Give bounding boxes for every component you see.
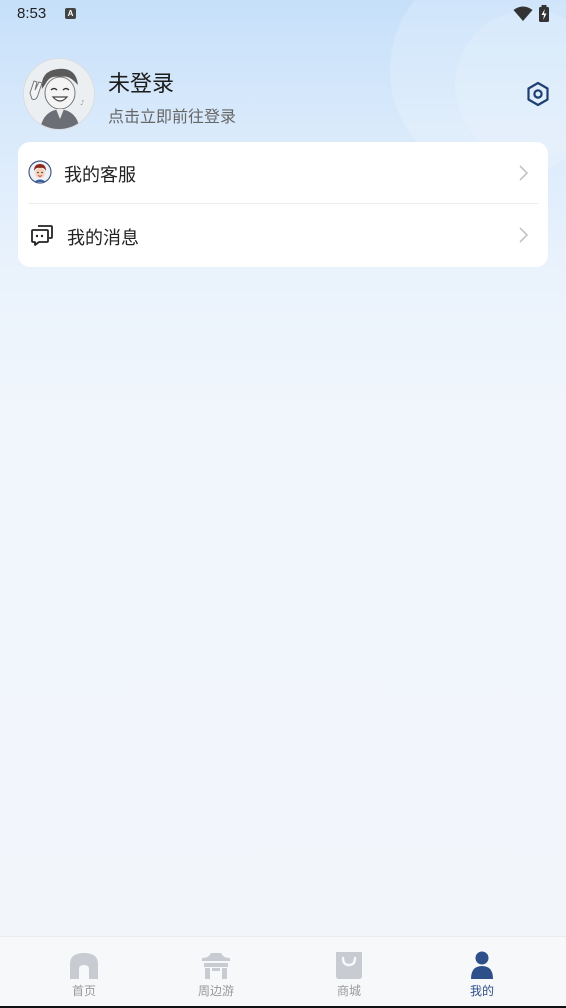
tab-label: 周边游 [197,984,234,998]
shopping-bag-icon [336,952,362,979]
hexagon-settings-icon[interactable] [525,81,551,107]
svg-text:♪: ♪ [80,99,84,107]
tab-home[interactable]: 首页 [24,937,144,1008]
tab-mine[interactable]: 我的 [422,937,542,1008]
menu-card: 我的客服 我的消息 [18,142,548,267]
menu-item-label: 我的消息 [67,228,139,249]
tab-label: 商城 [336,984,361,998]
menu-item-messages[interactable]: 我的消息 [18,204,548,266]
status-time: 8:53 [17,5,47,22]
tab-label: 我的 [469,984,494,998]
menu-item-label: 我的客服 [64,165,136,186]
customer-service-avatar-icon [28,160,52,184]
person-icon [471,951,493,979]
menu-item-customer-service[interactable]: 我的客服 [18,142,548,204]
tab-nearby-travel[interactable]: 周边游 [156,937,276,1008]
battery-charging-icon [539,5,549,22]
pavilion-icon [202,953,230,979]
status-bar: 8:53 A [0,0,566,28]
my-page-screen: 8:53 A ♪ 未登录 点击立即前往登录 我的客服 我的消息 首页 周边游 商… [0,0,566,1008]
chevron-right-icon [519,165,529,181]
profile-header[interactable]: ♪ 未登录 点击立即前往登录 [23,58,549,132]
tab-label: 首页 [71,984,96,998]
home-icon [70,953,98,979]
message-bubble-icon [31,225,53,246]
cartoon-avatar-icon[interactable]: ♪ [23,58,95,130]
chevron-right-icon [519,227,529,243]
login-status-title[interactable]: 未登录 [108,66,174,98]
login-prompt-text[interactable]: 点击立即前往登录 [108,103,236,127]
bottom-tab-bar: 首页 周边游 商城 我的 [0,936,566,1008]
wifi-icon [513,6,533,21]
tab-mall[interactable]: 商城 [289,937,409,1008]
a-letter-icon: A [65,8,76,19]
